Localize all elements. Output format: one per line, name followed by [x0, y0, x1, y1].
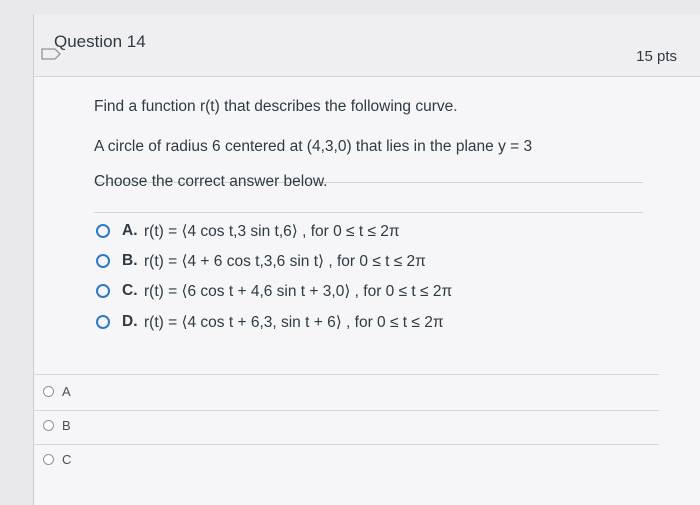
choice-d[interactable]: D. r(t) = ⟨4 cos t + 6,3, sin t + 6⟩ , f…	[96, 311, 444, 333]
answer-label: C	[62, 452, 72, 467]
choice-letter: A.	[122, 222, 138, 239]
question-card: Question 14 15 pts Find a function r(t) …	[33, 14, 700, 505]
question-points: 15 pts	[636, 48, 677, 65]
choice-letter: D.	[122, 313, 138, 330]
choice-text: r(t) = ⟨4 cos t,3 sin t,6⟩ , for 0 ≤ t ≤…	[144, 222, 400, 240]
answer-label: A	[62, 384, 71, 399]
choice-c[interactable]: C. r(t) = ⟨6 cos t + 4,6 sin t + 3,0⟩ , …	[96, 280, 452, 302]
question-prompt: Find a function r(t) that describes the …	[94, 98, 458, 115]
radio-icon[interactable]	[96, 284, 110, 298]
choice-letter: C.	[122, 282, 138, 299]
question-instruction: Choose the correct answer below.	[94, 173, 328, 190]
radio-icon[interactable]	[96, 254, 110, 268]
choice-text: r(t) = ⟨4 + 6 cos t,3,6 sin t⟩ , for 0 ≤…	[144, 252, 426, 270]
question-description: A circle of radius 6 centered at (4,3,0)…	[94, 138, 533, 155]
answer-option-a[interactable]: A	[43, 384, 71, 399]
choice-text: r(t) = ⟨4 cos t + 6,3, sin t + 6⟩ , for …	[144, 313, 444, 331]
divider	[33, 374, 659, 375]
divider	[94, 212, 643, 213]
choice-a[interactable]: A. r(t) = ⟨4 cos t,3 sin t,6⟩ , for 0 ≤ …	[96, 220, 400, 242]
answer-label: B	[62, 418, 71, 433]
radio-icon[interactable]	[96, 224, 110, 238]
choice-b[interactable]: B. r(t) = ⟨4 + 6 cos t,3,6 sin t⟩ , for …	[96, 250, 426, 272]
divider	[33, 444, 659, 445]
choice-text: r(t) = ⟨6 cos t + 4,6 sin t + 3,0⟩ , for…	[144, 282, 453, 300]
answer-option-c[interactable]: C	[43, 452, 71, 467]
choice-letter: B.	[122, 252, 138, 269]
answer-option-b[interactable]: B	[43, 418, 71, 433]
radio-icon[interactable]	[43, 454, 54, 465]
radio-icon[interactable]	[43, 420, 54, 431]
question-title: Question 14	[54, 32, 146, 51]
radio-icon[interactable]	[96, 315, 110, 329]
question-header: Question 14 15 pts	[34, 14, 700, 77]
divider	[33, 410, 659, 411]
radio-icon[interactable]	[43, 386, 54, 397]
